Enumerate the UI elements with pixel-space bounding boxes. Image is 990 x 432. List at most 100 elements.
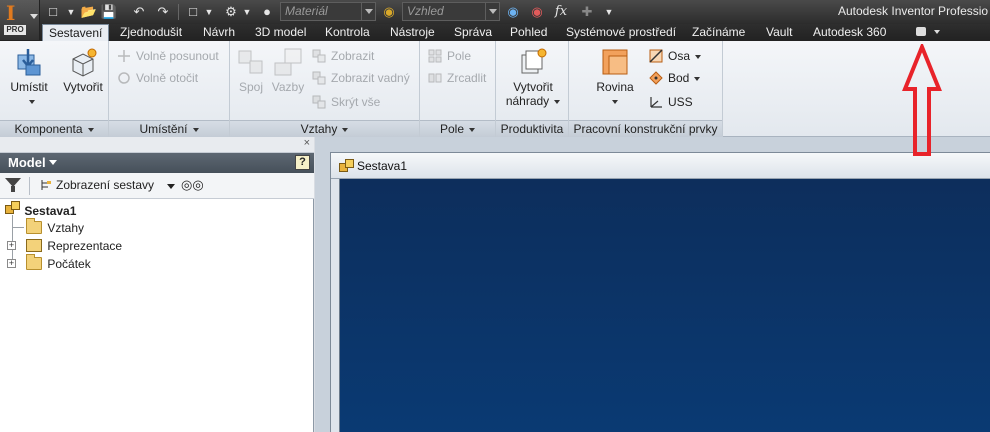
- create-substitute-button[interactable]: Vytvořit náhrady: [502, 47, 564, 108]
- panel-title-pole[interactable]: Pole: [420, 120, 495, 137]
- assembly-icon: [339, 159, 355, 173]
- create-component-button[interactable]: Vytvořit: [58, 47, 108, 94]
- redo-icon[interactable]: ↷: [154, 3, 172, 21]
- tree-node-root[interactable]: Sestava1: [5, 201, 76, 219]
- edition-badge: PRO: [4, 25, 26, 35]
- update-dropdown-icon[interactable]: ▼: [238, 3, 256, 21]
- document-window: Sestava1: [330, 152, 990, 432]
- document-titlebar[interactable]: Sestava1: [331, 153, 990, 179]
- show-button[interactable]: Zobrazit: [312, 47, 374, 65]
- joint-icon: [236, 47, 266, 77]
- hide-all-button[interactable]: Skrýt vše: [312, 93, 380, 111]
- chevron-down-icon: [342, 127, 349, 132]
- browser-view-dropdown[interactable]: Zobrazení sestavy: [40, 178, 154, 192]
- annotation-arrow-icon: [902, 44, 942, 156]
- tab-nastroje[interactable]: Nástroje: [390, 24, 435, 41]
- create-component-icon: [68, 47, 98, 77]
- constrain-icon: [273, 47, 303, 77]
- tab-systemove-prostredi[interactable]: Systémové prostředí: [566, 24, 676, 41]
- rotate-icon: [117, 71, 131, 85]
- 3d-viewport[interactable]: [339, 179, 990, 432]
- ribbon: Umístit Vytvořit Komponenta Volně posuno…: [0, 41, 990, 137]
- free-rotate-button[interactable]: Volně otočit: [117, 69, 198, 87]
- undo-icon[interactable]: ↶: [130, 3, 148, 21]
- chevron-down-icon[interactable]: [934, 30, 940, 34]
- constrain-button[interactable]: Vazby: [270, 47, 306, 94]
- tab-3d-model[interactable]: 3D model: [255, 24, 306, 41]
- show-sick-icon: [312, 71, 326, 85]
- work-plane-label: Rovina: [596, 80, 634, 94]
- panel-title-label: Pole: [439, 122, 465, 136]
- panel-umisteni: Volně posunout Volně otočit Umístění: [109, 41, 230, 137]
- minimize-ribbon-button[interactable]: [916, 27, 926, 36]
- expand-icon[interactable]: +: [7, 259, 16, 268]
- model-browser: × Model ? Zobrazení sestavy ◎◎ Sestava1 …: [0, 137, 314, 432]
- panel-title-label: Vztahy: [300, 122, 338, 136]
- panel-title-label: Komponenta: [14, 122, 83, 136]
- new-dropdown-icon[interactable]: ▼: [62, 3, 80, 21]
- tree-node-representations[interactable]: Reprezentace: [26, 237, 122, 255]
- ucs-button[interactable]: USS: [649, 93, 693, 111]
- tab-pohled[interactable]: Pohled: [510, 24, 547, 41]
- work-axis-button[interactable]: Osa: [649, 47, 702, 65]
- tree-node-relationships[interactable]: Vztahy: [26, 218, 84, 237]
- appearance-dropdown[interactable]: Vzhled: [402, 2, 500, 21]
- help-icon[interactable]: ?: [295, 155, 310, 170]
- tab-sprava[interactable]: Správa: [454, 24, 492, 41]
- axis-icon: [649, 49, 663, 63]
- save-icon[interactable]: 💾: [100, 3, 118, 21]
- chevron-down-icon: [87, 127, 94, 132]
- mirror-icon: [428, 71, 442, 85]
- tab-sestaveni[interactable]: Sestavení: [42, 24, 110, 42]
- chevron-down-icon: [361, 3, 375, 20]
- customize-dropdown-icon[interactable]: ▼: [600, 3, 618, 21]
- substitute-icon: [518, 47, 548, 77]
- adjust-appearance-icon[interactable]: ◉: [504, 3, 522, 21]
- filter-icon-stem: [11, 186, 15, 192]
- tab-navrh[interactable]: Návrh: [203, 24, 235, 41]
- panel-title-komponenta[interactable]: Komponenta: [0, 120, 108, 137]
- work-point-label: Bod: [668, 71, 690, 85]
- chevron-down-icon: [192, 127, 199, 132]
- show-sick-button[interactable]: Zobrazit vadný: [312, 69, 410, 87]
- chevron-down-icon: [28, 99, 35, 104]
- browser-view-label: Zobrazení sestavy: [56, 178, 155, 192]
- measure-icon[interactable]: ✚: [578, 3, 596, 21]
- work-plane-button[interactable]: Rovina: [591, 47, 639, 108]
- open-icon[interactable]: 📂: [80, 3, 98, 21]
- tab-zaciname[interactable]: Začínáme: [692, 24, 745, 41]
- panel-title-umisteni[interactable]: Umístění: [109, 120, 229, 137]
- place-button[interactable]: Umístit: [6, 47, 52, 108]
- tab-autodesk-360[interactable]: Autodesk 360: [813, 24, 886, 41]
- tab-zjednodusit[interactable]: Zjednodušit: [120, 24, 182, 41]
- free-move-label: Volně posunout: [136, 49, 219, 63]
- close-icon[interactable]: ×: [304, 137, 310, 149]
- joint-button[interactable]: Spoj: [234, 47, 268, 94]
- appearance-icon[interactable]: ◉: [380, 3, 398, 21]
- tab-kontrola[interactable]: Kontrola: [325, 24, 370, 41]
- parameters-icon[interactable]: fx: [552, 3, 570, 21]
- expand-icon[interactable]: +: [7, 241, 16, 250]
- mirror-button[interactable]: Zrcadlit: [428, 69, 486, 87]
- material-icon[interactable]: ●: [258, 3, 276, 21]
- chevron-down-icon: [469, 127, 476, 132]
- tree-node-origin[interactable]: Počátek: [26, 254, 91, 273]
- chevron-down-icon[interactable]: [167, 184, 175, 189]
- ribbon-tabs: Sestavení Zjednodušit Návrh 3D model Kon…: [0, 24, 990, 42]
- panel-title-vztahy[interactable]: Vztahy: [230, 120, 419, 137]
- select-dropdown-icon[interactable]: ▼: [200, 3, 218, 21]
- panel-produktivita: Vytvořit náhrady Produktivita: [496, 41, 569, 137]
- show-label: Zobrazit: [331, 49, 375, 63]
- material-dropdown[interactable]: Materiál: [280, 2, 376, 21]
- toolbar-separator: [178, 4, 179, 20]
- browser-header[interactable]: Model ?: [0, 153, 314, 173]
- free-move-button[interactable]: Volně posunout: [117, 47, 219, 65]
- pattern-button[interactable]: Pole: [428, 47, 471, 65]
- panel-title-produktivita: Produktivita: [496, 120, 568, 137]
- application-menu-button[interactable]: I PRO: [0, 0, 40, 40]
- new-icon[interactable]: □: [44, 3, 62, 21]
- find-binoculars-icon[interactable]: ◎◎: [181, 177, 204, 193]
- tab-vault[interactable]: Vault: [766, 24, 792, 41]
- work-point-button[interactable]: Bod: [649, 69, 701, 87]
- clear-appearance-icon[interactable]: ◉: [528, 3, 546, 21]
